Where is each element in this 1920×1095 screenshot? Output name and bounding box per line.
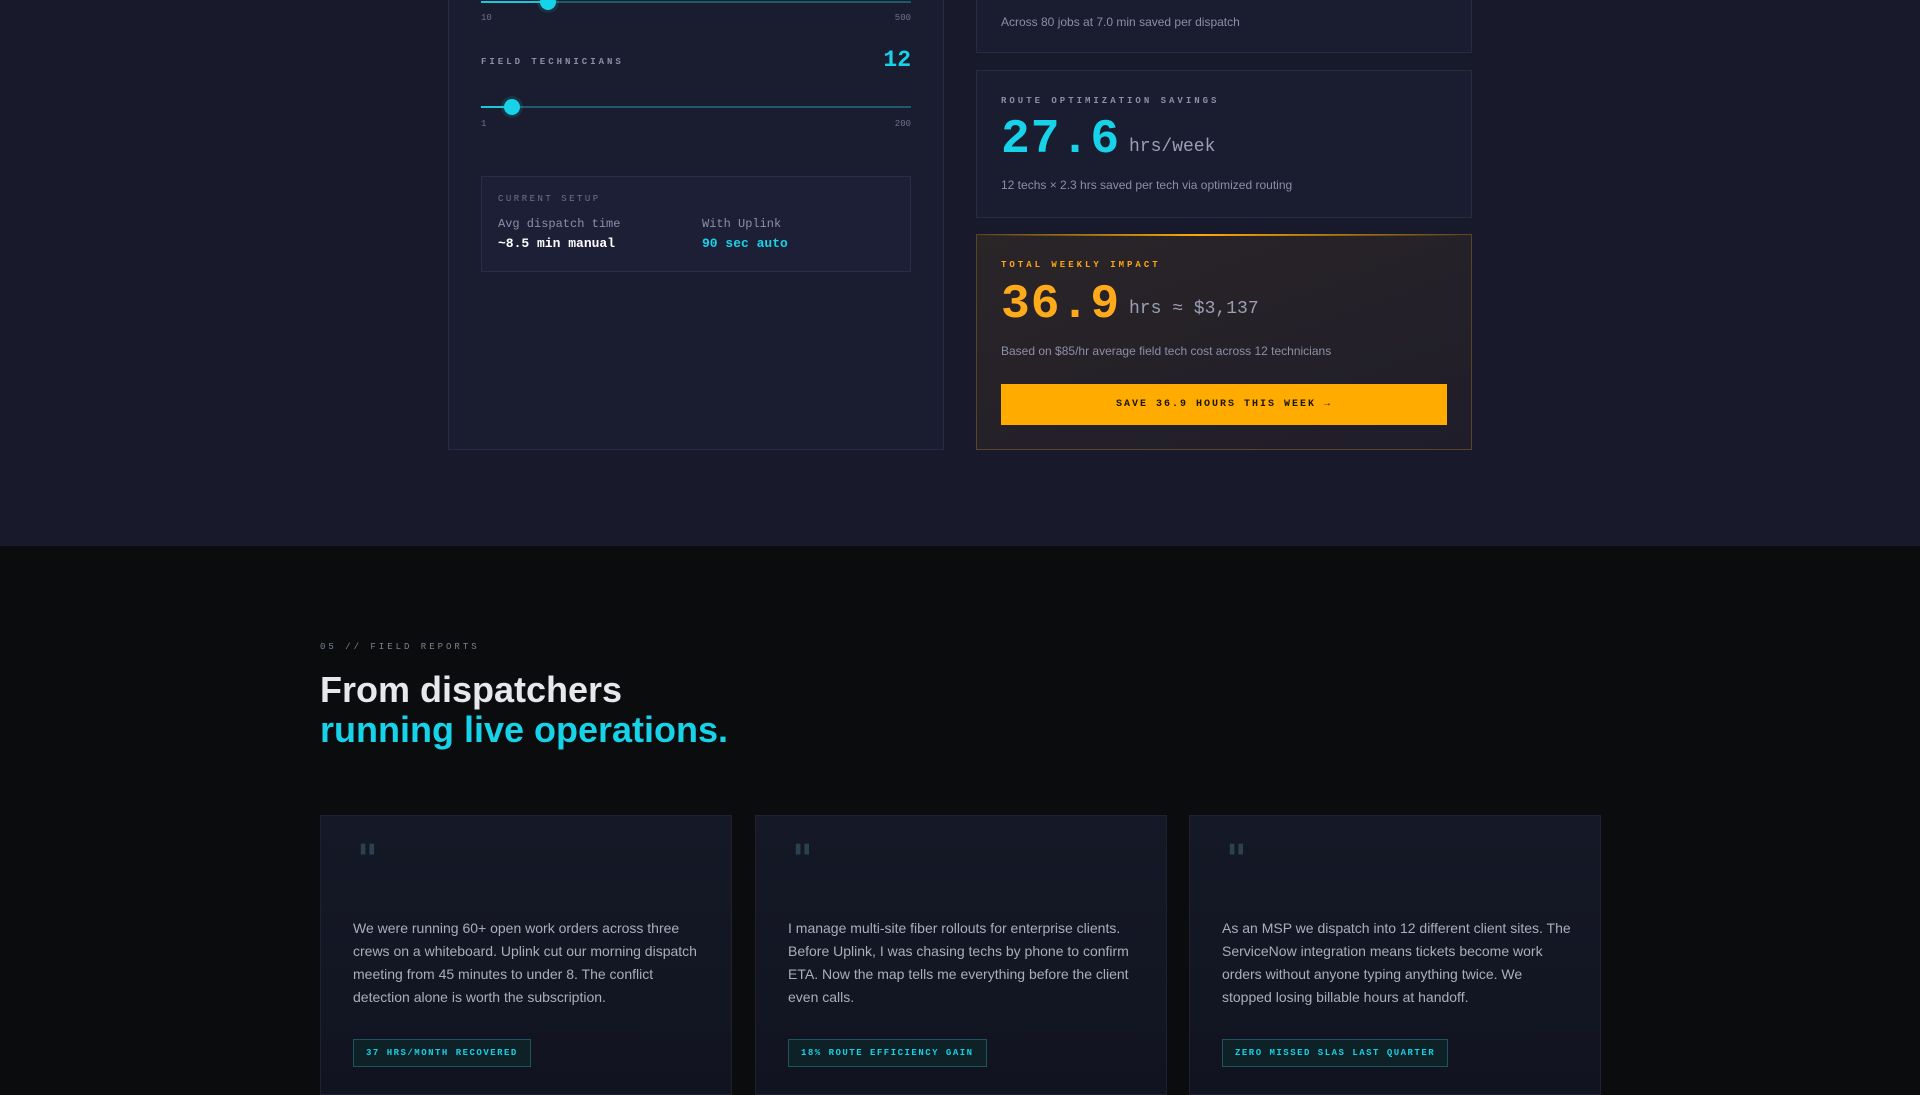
testimonial-badge: 18% ROUTE EFFICIENCY GAIN [788, 1039, 987, 1067]
total-impact-value: 36.9 [1001, 278, 1121, 332]
current-setup-title: CURRENT SETUP [498, 194, 601, 204]
headline-line-1: From dispatchers [320, 669, 623, 710]
section-headline: From dispatchers running live operations… [320, 670, 728, 750]
technicians-slider[interactable]: FIELD TECHNICIANS 12 1 200 [481, 47, 911, 129]
uplink-column: With Uplink 90 sec auto [702, 217, 788, 251]
quote-icon: " [1226, 836, 1247, 883]
technicians-slider-max: 200 [894, 119, 911, 129]
route-savings-label: ROUTE OPTIMIZATION SAVINGS [1001, 96, 1220, 106]
testimonial-quote: As an MSP we dispatch into 12 different … [1222, 920, 1571, 1005]
calculator-inputs-panel: 10 500 FIELD TECHNICIANS 12 1 200 CURREN… [448, 0, 944, 450]
total-impact-card: TOTAL WEEKLY IMPACT 36.9 hrs ≈ $3,137 Ba… [976, 234, 1472, 450]
current-setup-box: CURRENT SETUP Avg dispatch time ~8.5 min… [481, 176, 911, 272]
testimonial-quote: We were running 60+ open work orders acr… [353, 920, 697, 1005]
route-savings-value: 27.6 [1001, 113, 1121, 167]
testimonial-card: " I manage multi-site fiber rollouts for… [755, 815, 1167, 1095]
uplink-value: 90 sec auto [702, 236, 788, 251]
total-impact-unit: hrs ≈ $3,137 [1129, 299, 1259, 319]
jobs-slider-max: 500 [894, 13, 911, 23]
route-savings-note: 12 techs × 2.3 hrs saved per tech via op… [1001, 178, 1293, 192]
testimonial-quote: I manage multi-site fiber rollouts for e… [788, 920, 1129, 1005]
uplink-label: With Uplink [702, 217, 782, 231]
jobs-slider-handle[interactable] [539, 0, 556, 10]
field-reports-section: 05 // FIELD REPORTS From dispatchers run… [0, 546, 1920, 1095]
testimonial-card: " As an MSP we dispatch into 12 differen… [1189, 815, 1601, 1095]
jobs-slider-min: 10 [481, 13, 492, 23]
testimonial-card: " We were running 60+ open work orders a… [320, 815, 732, 1095]
headline-line-2: running live operations. [320, 709, 729, 750]
avg-dispatch-value: ~8.5 min manual [498, 236, 616, 251]
total-impact-note: Based on $85/hr average field tech cost … [1001, 344, 1332, 358]
jobs-slider-fill [481, 1, 548, 3]
technicians-slider-handle[interactable] [504, 99, 521, 115]
section-eyebrow: 05 // FIELD REPORTS [320, 642, 480, 652]
roi-calculator-section: 10 500 FIELD TECHNICIANS 12 1 200 CURREN… [0, 0, 1920, 546]
quote-icon: " [357, 836, 378, 883]
testimonial-badge: 37 HRS/MONTH RECOVERED [353, 1039, 531, 1067]
technicians-slider-min: 1 [481, 119, 487, 129]
total-impact-label: TOTAL WEEKLY IMPACT [1001, 260, 1161, 270]
dispatch-savings-card: Across 80 jobs at 7.0 min saved per disp… [976, 0, 1472, 53]
avg-dispatch-column: Avg dispatch time ~8.5 min manual [498, 217, 620, 251]
quote-icon: " [792, 836, 813, 883]
avg-dispatch-label: Avg dispatch time [498, 217, 621, 231]
technicians-label: FIELD TECHNICIANS [481, 57, 624, 67]
dispatch-savings-note: Across 80 jobs at 7.0 min saved per disp… [1001, 15, 1240, 29]
route-savings-card: ROUTE OPTIMIZATION SAVINGS 27.6 hrs/week… [976, 70, 1472, 218]
testimonial-badge: ZERO MISSED SLAS LAST QUARTER [1222, 1039, 1449, 1067]
save-hours-cta-button[interactable]: SAVE 36.9 HOURS THIS WEEK → [1001, 384, 1447, 425]
technicians-value: 12 [883, 47, 911, 73]
route-savings-unit: hrs/week [1129, 137, 1216, 157]
technicians-slider-track[interactable] [481, 106, 911, 108]
